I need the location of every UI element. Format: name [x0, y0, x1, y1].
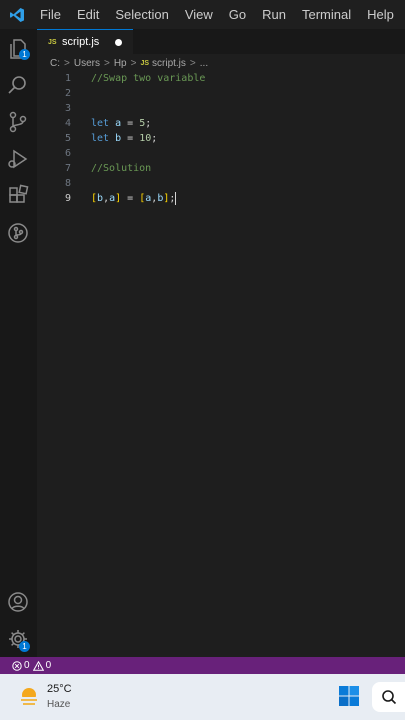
git-graph-icon[interactable]	[6, 221, 30, 245]
menu-selection[interactable]: Selection	[107, 0, 176, 29]
line-number: 9	[64, 193, 71, 204]
account-icon[interactable]	[6, 590, 30, 614]
search-icon	[381, 690, 396, 705]
code-line[interactable]: 7 //Solution	[37, 161, 405, 176]
line-number: 7	[64, 163, 71, 174]
activity-bar: 1 1	[0, 29, 37, 657]
settings-badge: 1	[19, 641, 30, 652]
status-bar: 0 0	[0, 657, 405, 674]
tab-label: script.js	[62, 36, 100, 48]
breadcrumb-file[interactable]: script.js	[152, 58, 186, 69]
menu-go[interactable]: Go	[221, 0, 254, 29]
chevron-right-icon: >	[64, 57, 70, 69]
menu-terminal[interactable]: Terminal	[294, 0, 359, 29]
haze-sun-icon[interactable]	[18, 686, 40, 708]
menu-help[interactable]: Help	[359, 0, 402, 29]
code-text[interactable]: [b,a] = [a,b];	[91, 191, 175, 206]
breadcrumb-hp[interactable]: Hp	[114, 58, 127, 69]
line-number: 2	[64, 88, 71, 99]
warning-count: 0	[45, 660, 52, 671]
code-text[interactable]: //Solution	[91, 161, 151, 176]
menu-bar: File Edit Selection View Go Run Terminal…	[0, 0, 405, 29]
code-line[interactable]: 2	[37, 86, 405, 101]
explorer-icon[interactable]: 1	[6, 37, 30, 61]
line-number: 3	[64, 103, 71, 114]
code-line[interactable]: 3	[37, 101, 405, 116]
line-number: 4	[64, 118, 71, 129]
code-text[interactable]: //Swap two variable	[91, 71, 205, 86]
breadcrumb-drive[interactable]: C:	[50, 58, 60, 69]
line-number: 1	[64, 73, 71, 84]
tab-bar: JS script.js	[37, 29, 405, 54]
problems-indicator[interactable]: 0 0	[12, 660, 51, 671]
chevron-right-icon: >	[130, 57, 137, 69]
code-line[interactable]: 5 let b = 10;	[37, 131, 405, 146]
line-number: 6	[64, 148, 71, 159]
tab-script-js[interactable]: JS script.js	[37, 29, 133, 54]
breadcrumb: C: > Users > Hp > JS script.js > ...	[50, 55, 208, 71]
windows-start-icon[interactable]	[338, 685, 360, 707]
chevron-right-icon: >	[189, 57, 196, 69]
javascript-file-icon: JS	[48, 38, 57, 46]
code-text[interactable]: let b = 10;	[91, 131, 157, 146]
code-line[interactable]: 1 //Swap two variable	[37, 71, 405, 86]
run-debug-icon[interactable]	[6, 147, 30, 171]
code-text[interactable]: let a = 5;	[91, 116, 151, 131]
extensions-icon[interactable]	[6, 184, 30, 208]
code-line[interactable]: 8	[37, 176, 405, 191]
error-icon	[12, 660, 22, 671]
settings-gear-icon[interactable]: 1	[6, 627, 30, 652]
code-editor[interactable]: 1 //Swap two variable 2 3 4 let a = 5; 5…	[37, 71, 405, 657]
menu-file[interactable]: File	[34, 0, 69, 29]
breadcrumb-more[interactable]: ...	[200, 58, 208, 69]
text-cursor	[175, 192, 176, 205]
source-control-icon[interactable]	[6, 110, 30, 134]
windows-taskbar: 25°C Haze	[0, 674, 405, 720]
javascript-file-icon: JS	[140, 59, 150, 67]
code-line-active[interactable]: 9 [b,a] = [a,b];	[37, 191, 405, 206]
breadcrumb-users[interactable]: Users	[74, 58, 100, 69]
unsaved-dot-icon[interactable]	[115, 39, 122, 46]
search-icon[interactable]	[6, 73, 30, 97]
line-number: 8	[64, 178, 71, 189]
menu-edit[interactable]: Edit	[69, 0, 107, 29]
weather-condition[interactable]: Haze	[47, 699, 70, 710]
code-line[interactable]: 6	[37, 146, 405, 161]
code-line[interactable]: 4 let a = 5;	[37, 116, 405, 131]
error-count: 0	[24, 660, 30, 671]
line-number: 5	[64, 133, 71, 144]
chevron-right-icon: >	[103, 57, 110, 69]
weather-temperature[interactable]: 25°C	[47, 683, 72, 695]
explorer-badge: 1	[19, 49, 30, 60]
taskbar-search-button[interactable]	[372, 682, 405, 712]
warning-icon	[32, 660, 44, 671]
vscode-logo-icon	[0, 0, 34, 29]
menu-run[interactable]: Run	[254, 0, 294, 29]
menu-view[interactable]: View	[177, 0, 221, 29]
